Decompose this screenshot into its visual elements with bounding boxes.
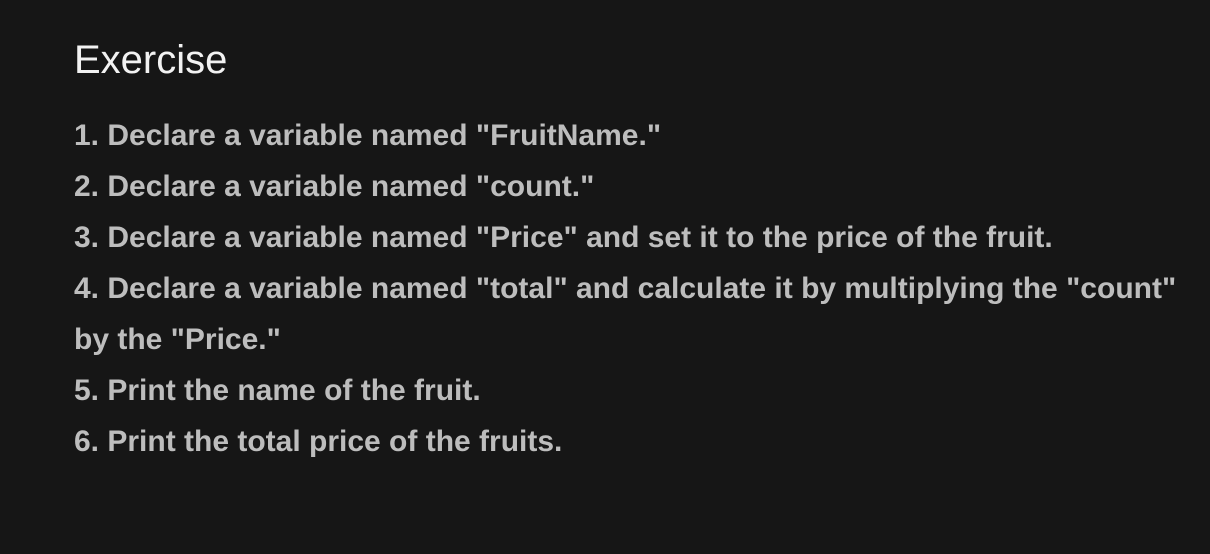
slide-title: Exercise	[74, 38, 228, 82]
exercise-step: 2. Declare a variable named "count."	[74, 170, 595, 203]
exercise-step: 3. Declare a variable named "Price" and …	[74, 221, 1053, 254]
exercise-step: 6. Print the total price of the fruits.	[74, 425, 563, 458]
exercise-steps-list: 1. Declare a variable named "FruitName."…	[74, 110, 1184, 467]
exercise-step: 1. Declare a variable named "FruitName."	[74, 119, 662, 152]
exercise-step: 5. Print the name of the fruit.	[74, 374, 481, 407]
exercise-slide: Exercise 1. Declare a variable named "Fr…	[0, 0, 1210, 554]
exercise-step: 4. Declare a variable named "total" and …	[74, 272, 1177, 356]
